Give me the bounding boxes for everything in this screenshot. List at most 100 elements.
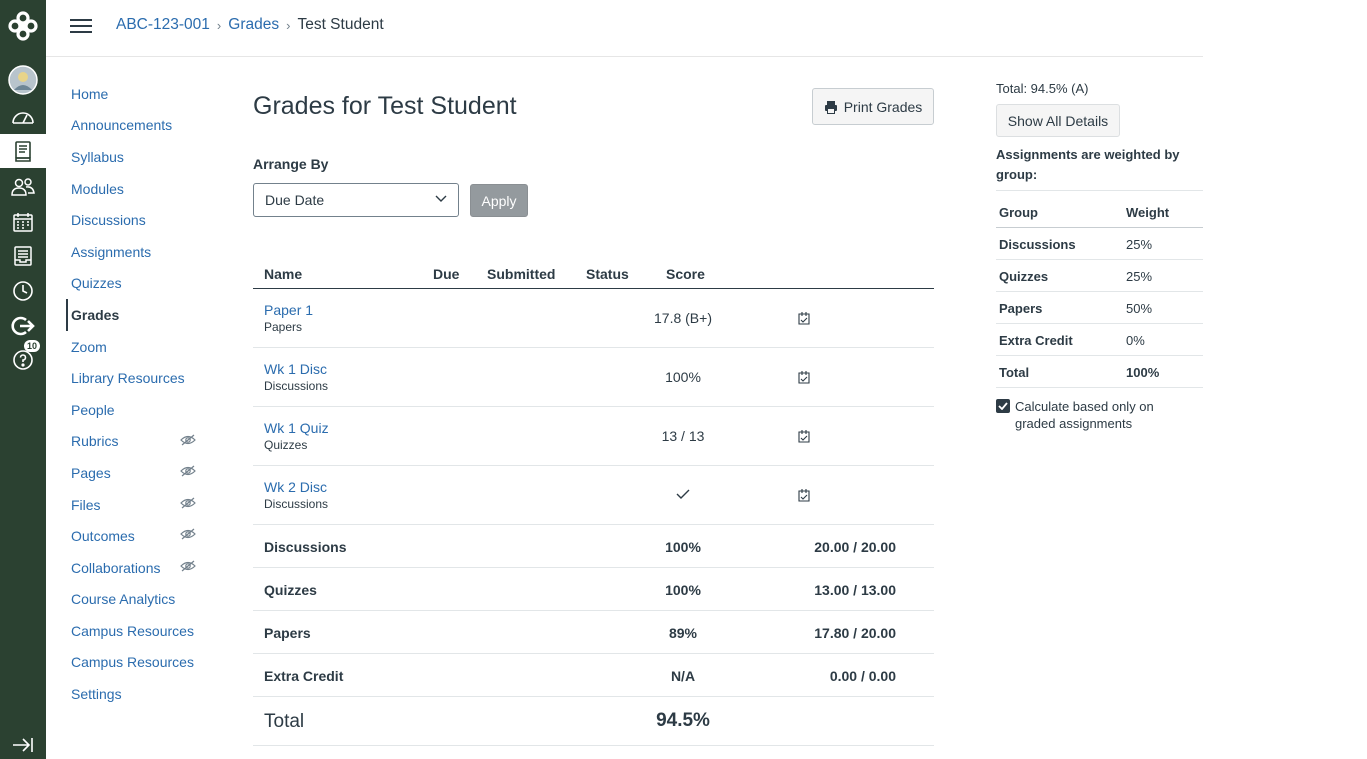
group-percent: 100%: [665, 539, 701, 555]
account-avatar[interactable]: [0, 63, 46, 97]
column-header-status[interactable]: Status: [586, 266, 629, 282]
assignment-name-link[interactable]: Wk 2 Disc: [264, 479, 327, 495]
rubric-icon[interactable]: [796, 370, 812, 386]
arrange-by-select[interactable]: Due Date: [253, 183, 459, 217]
group-name: Extra Credit: [264, 668, 344, 684]
apply-button[interactable]: Apply: [470, 184, 528, 217]
group-points: 0.00 / 0.00: [829, 668, 896, 684]
collapse-nav-icon[interactable]: [0, 728, 46, 759]
checkmark-icon: [998, 402, 1008, 410]
course-nav-announcements[interactable]: Announcements: [66, 110, 206, 142]
weight-group: Total: [999, 365, 1030, 380]
course-nav-grades[interactable]: Grades: [66, 299, 206, 331]
hidden-eye-icon: [180, 465, 196, 477]
calculate-graded-only-label[interactable]: Calculate based only on graded assignmen…: [1015, 398, 1185, 432]
group-total-row: Extra Credit N/A 0.00 / 0.00: [253, 654, 934, 697]
institution-logo-icon[interactable]: [0, 9, 46, 43]
courses-icon[interactable]: [0, 134, 46, 168]
course-nav-label: Announcements: [71, 117, 173, 134]
weights-header-weight: Weight: [1126, 205, 1170, 220]
course-nav-home[interactable]: Home: [66, 78, 206, 110]
dashboard-icon[interactable]: [0, 100, 46, 134]
course-navigation: Home Announcements Syllabus Modules Disc…: [66, 78, 206, 710]
column-header-name[interactable]: Name: [264, 266, 302, 282]
column-header-due[interactable]: Due: [433, 266, 459, 282]
column-header-submitted[interactable]: Submitted: [487, 266, 555, 282]
column-header-score[interactable]: Score: [666, 266, 705, 282]
weight-value: 25%: [1126, 269, 1153, 284]
history-icon[interactable]: [0, 274, 46, 308]
weight-value: 0%: [1126, 333, 1145, 348]
hamburger-menu-icon[interactable]: [70, 17, 92, 35]
course-nav-label: Outcomes: [71, 528, 135, 545]
course-nav-discussions[interactable]: Discussions: [66, 204, 206, 236]
course-nav-label: Campus Resources: [71, 622, 194, 639]
assignment-group: Discussions: [264, 497, 329, 511]
assignment-name-link[interactable]: Wk 1 Quiz: [264, 420, 329, 436]
final-total-row: Total 94.5%: [253, 697, 934, 746]
breadcrumb-course[interactable]: ABC-123-001: [116, 16, 210, 34]
page-title: Grades for Test Student: [253, 92, 517, 120]
breadcrumb-grades[interactable]: Grades: [228, 16, 279, 34]
course-nav-campus-resources[interactable]: Campus Resources: [66, 615, 206, 647]
rubric-icon[interactable]: [796, 429, 812, 445]
course-nav-outcomes[interactable]: Outcomes: [66, 520, 206, 552]
course-nav-syllabus[interactable]: Syllabus: [66, 141, 206, 173]
weight-row: Quizzes 25%: [996, 260, 1203, 292]
rubric-icon[interactable]: [796, 311, 812, 327]
group-percent: 100%: [665, 582, 701, 598]
weight-value: 25%: [1126, 237, 1153, 252]
assignment-name-link[interactable]: Paper 1: [264, 302, 313, 318]
notification-badge: 10: [24, 340, 41, 352]
group-points: 20.00 / 20.00: [814, 539, 896, 555]
course-nav-rubrics[interactable]: Rubrics: [66, 426, 206, 458]
course-nav-files[interactable]: Files: [66, 489, 206, 521]
rubric-icon[interactable]: [796, 488, 812, 504]
weights-header-group: Group: [999, 205, 1038, 220]
course-nav-library-resources[interactable]: Library Resources: [66, 362, 206, 394]
logout-icon[interactable]: [0, 309, 46, 343]
hidden-eye-icon: [180, 497, 196, 509]
assignment-row: Wk 1 Quiz Quizzes 13 / 13: [253, 407, 934, 466]
assignment-score: 100%: [665, 369, 701, 385]
course-nav-assignments[interactable]: Assignments: [66, 236, 206, 268]
course-nav-pages[interactable]: Pages: [66, 457, 206, 489]
course-nav-course-analytics[interactable]: Course Analytics: [66, 584, 206, 616]
weight-group: Discussions: [999, 237, 1076, 252]
group-percent: N/A: [670, 668, 696, 684]
course-nav-campus-resources-2[interactable]: Campus Resources: [66, 647, 206, 679]
calendar-icon[interactable]: [0, 205, 46, 239]
table-header-row: Name Due Submitted Status Score: [253, 258, 934, 289]
global-navigation: 10: [0, 0, 46, 759]
assignment-name-link[interactable]: Wk 1 Disc: [264, 361, 327, 377]
inbox-icon[interactable]: [0, 239, 46, 273]
course-nav-zoom[interactable]: Zoom: [66, 331, 206, 363]
total-grade-text: Total: 94.5% (A): [996, 81, 1089, 96]
print-grades-button[interactable]: Print Grades: [812, 88, 934, 125]
course-nav-people[interactable]: People: [66, 394, 206, 426]
course-nav-label: Campus Resources: [71, 654, 194, 671]
hidden-eye-icon: [180, 528, 196, 540]
course-nav-label: Library Resources: [71, 370, 185, 387]
groups-icon[interactable]: [0, 170, 46, 204]
arrange-by-value: Due Date: [265, 192, 325, 208]
course-nav-modules[interactable]: Modules: [66, 173, 206, 205]
show-all-details-button[interactable]: Show All Details: [996, 104, 1120, 137]
course-nav-label: Pages: [71, 464, 111, 481]
chevron-down-icon: [435, 195, 447, 202]
weighted-note: Assignments are weighted by group:: [996, 147, 1180, 182]
grades-table: Name Due Submitted Status Score Paper 1 …: [253, 258, 934, 746]
group-percent: 89%: [668, 625, 698, 641]
hidden-eye-icon: [180, 560, 196, 572]
calculate-graded-only-checkbox[interactable]: [996, 399, 1010, 413]
course-nav-collaborations[interactable]: Collaborations: [66, 552, 206, 584]
group-points: 17.80 / 20.00: [814, 625, 896, 641]
weight-value: 50%: [1126, 301, 1153, 316]
course-nav-quizzes[interactable]: Quizzes: [66, 268, 206, 300]
course-nav-label: Grades: [71, 306, 120, 323]
help-icon[interactable]: 10: [0, 340, 46, 377]
course-nav-label: Modules: [71, 180, 124, 197]
assignment-group: Quizzes: [264, 438, 308, 452]
course-nav-settings[interactable]: Settings: [66, 678, 206, 710]
arrange-by-label: Arrange By: [253, 156, 329, 172]
